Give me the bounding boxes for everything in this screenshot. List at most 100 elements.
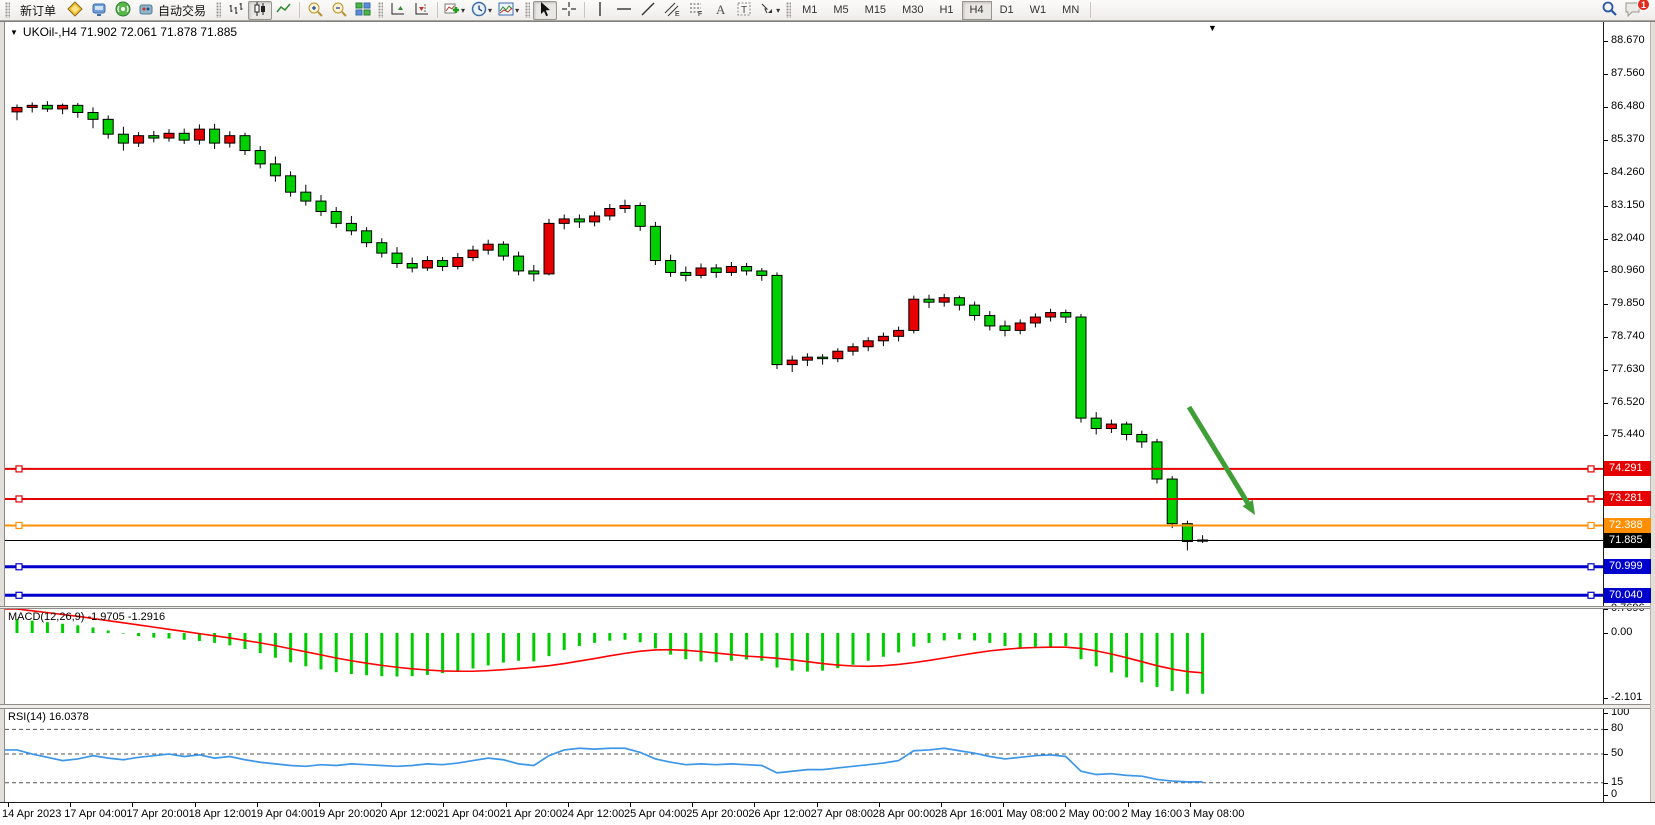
toolbar-grip[interactable] (378, 2, 383, 18)
price-pane-canvas[interactable] (5, 23, 1603, 606)
autotrading-icon (138, 1, 154, 20)
rsi-pane-canvas[interactable] (5, 709, 1603, 802)
axis-tick-mark (1604, 173, 1608, 174)
trend-arrow-object[interactable] (1189, 407, 1248, 503)
time-label: 25 Apr 20:00 (686, 808, 748, 820)
price-axis[interactable]: 88.67087.56086.48085.37084.26083.15082.0… (1603, 22, 1650, 802)
candle-up (134, 136, 144, 143)
line-anchor-handle[interactable] (1588, 564, 1594, 570)
candle-down (681, 272, 691, 275)
chart-shift-button[interactable] (410, 1, 434, 20)
line-anchor-handle[interactable] (16, 496, 22, 502)
svg-text:T: T (741, 5, 747, 16)
zoom-out-button[interactable] (327, 1, 351, 20)
text-label-button[interactable]: T (732, 1, 756, 20)
trendline-button[interactable] (636, 1, 660, 20)
candle-down (574, 219, 584, 222)
timeframe-m5-button[interactable]: M5 (825, 1, 856, 20)
axis-tick-label: 79.850 (1611, 297, 1645, 309)
candlestick-chart-button[interactable] (248, 1, 272, 20)
text-button[interactable]: A (708, 1, 732, 20)
virtual-hosting-button[interactable] (87, 1, 111, 20)
line-anchor-handle[interactable] (16, 466, 22, 472)
search-button[interactable] (1597, 1, 1621, 20)
axis-tick-mark (1604, 754, 1608, 755)
pane-separator[interactable] (0, 704, 1650, 709)
toolbar-grip[interactable] (525, 2, 530, 18)
arrow-objects-button[interactable]: ▾ (756, 1, 783, 20)
chart-shift-icon (414, 1, 430, 20)
candle-up (939, 298, 949, 302)
time-axis-tick (568, 803, 569, 807)
notifications-button[interactable]: 1 (1621, 1, 1645, 20)
pane-separator[interactable] (0, 606, 1650, 609)
candle-down (210, 129, 220, 143)
line-anchor-handle[interactable] (16, 592, 22, 598)
metaeditor-button[interactable] (63, 1, 87, 20)
time-label: 24 Apr 12:00 (562, 808, 624, 820)
axis-tick-label: 50 (1611, 747, 1623, 759)
fibonacci-button[interactable]: F (684, 1, 708, 20)
candle-down (438, 261, 448, 267)
time-axis-tick (879, 803, 880, 807)
axis-tick-label: 82.040 (1611, 232, 1645, 244)
line-anchor-handle[interactable] (1588, 522, 1594, 528)
indicators-button[interactable]: ▾ (441, 1, 468, 20)
axis-tick-label: 76.520 (1611, 396, 1645, 408)
collapse-triangle-icon[interactable]: ▼ (10, 28, 18, 37)
timeframe-h4-button[interactable]: H4 (962, 1, 992, 20)
candle-up (483, 244, 493, 250)
timeframe-mn-button[interactable]: MN (1054, 1, 1087, 20)
line-chart-button[interactable] (272, 1, 296, 20)
auto-scroll-button[interactable] (386, 1, 410, 20)
timeframe-m30-button[interactable]: M30 (894, 1, 931, 20)
candle-down (970, 305, 980, 315)
new-order-button[interactable]: 新订单 (13, 1, 63, 20)
crosshair-button[interactable] (557, 1, 581, 20)
time-axis-tick (8, 803, 9, 807)
vertical-line-button[interactable] (588, 1, 612, 20)
toolbar-grip[interactable] (5, 2, 10, 18)
autotrading-button[interactable]: 自动交易 (135, 1, 213, 20)
axis-tick-mark (1604, 107, 1608, 108)
signals-button[interactable] (111, 1, 135, 20)
bar-chart-button[interactable] (224, 1, 248, 20)
time-label: 2 May 16:00 (1122, 808, 1183, 820)
timeframe-m15-button[interactable]: M15 (857, 1, 894, 20)
line-anchor-handle[interactable] (1588, 592, 1594, 598)
macd-pane-canvas[interactable] (5, 609, 1603, 704)
time-axis[interactable]: 14 Apr 202317 Apr 04:0017 Apr 20:0018 Ap… (0, 802, 1655, 825)
chart-title-bar: ▼ UKOil-,H4 71.902 72.061 71.878 71.885 (10, 25, 237, 39)
chart-shift-marker-icon[interactable]: ▼ (1208, 24, 1217, 32)
line-anchor-handle[interactable] (1588, 466, 1594, 472)
candle-up (1015, 323, 1025, 330)
candle-down (1152, 442, 1162, 479)
equidistant-channel-button[interactable]: E (660, 1, 684, 20)
toolbar-grip[interactable] (786, 2, 791, 18)
toolbar-grip[interactable] (216, 2, 221, 18)
periods-button[interactable]: ▾ (468, 1, 495, 20)
svg-text:F: F (698, 11, 702, 17)
timeframe-m1-button[interactable]: M1 (794, 1, 825, 20)
candle-down (1137, 434, 1147, 441)
tile-windows-button[interactable] (351, 1, 375, 20)
axis-tick-label: 84.260 (1611, 166, 1645, 178)
line-anchor-handle[interactable] (1588, 496, 1594, 502)
toolbar-separator (437, 2, 438, 18)
zoom-in-button[interactable] (303, 1, 327, 20)
line-anchor-handle[interactable] (16, 564, 22, 570)
templates-button[interactable]: ▾ (495, 1, 522, 20)
candle-down (954, 298, 964, 305)
time-label: 19 Apr 20:00 (313, 808, 375, 820)
line-anchor-handle[interactable] (16, 522, 22, 528)
window-frame-right (1650, 22, 1655, 825)
cursor-button[interactable] (533, 1, 557, 20)
timeframe-d1-button[interactable]: D1 (992, 1, 1022, 20)
search-icon (1601, 0, 1618, 20)
horizontal-line-button[interactable] (612, 1, 636, 20)
timeframe-h1-button[interactable]: H1 (931, 1, 961, 20)
timeframe-w1-button[interactable]: W1 (1022, 1, 1055, 20)
candle-down (666, 261, 676, 273)
candle-down (711, 268, 721, 272)
tile-windows-icon (355, 1, 371, 20)
